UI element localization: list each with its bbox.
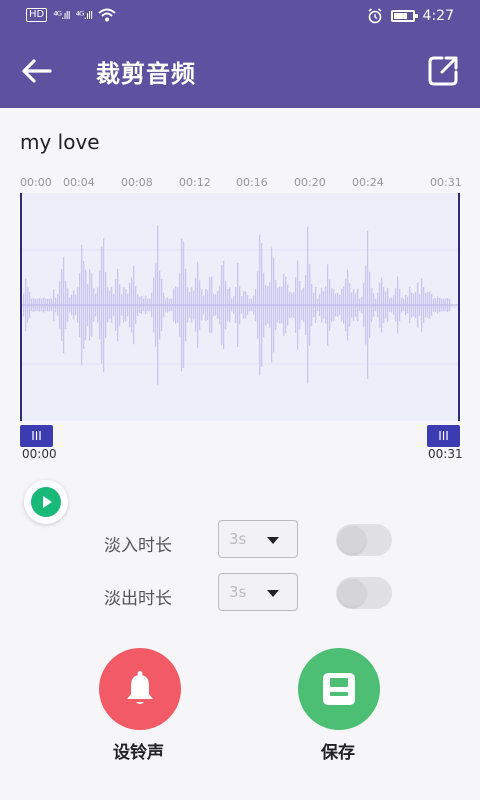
signal-icon: ⁴ᴳ.ıll bbox=[75, 8, 93, 22]
fade-in-duration-select[interactable]: 3s bbox=[218, 520, 298, 558]
alarm-icon bbox=[368, 8, 382, 24]
ruler-tick-label: 00:20 bbox=[294, 176, 326, 189]
fade-out-duration-select[interactable]: 3s bbox=[218, 573, 298, 611]
trim-start-time: 00:00 bbox=[22, 447, 57, 461]
signal-icon: ⁴ᴳ.ıll bbox=[53, 8, 70, 22]
toggle-knob bbox=[338, 526, 366, 554]
time-ruler: 00:00 00:04 00:08 00:12 00:16 00:20 00:2… bbox=[20, 176, 462, 194]
chevron-down-icon bbox=[267, 537, 279, 544]
play-icon bbox=[31, 487, 61, 517]
battery-icon bbox=[390, 10, 418, 22]
set-ringtone-button[interactable] bbox=[99, 648, 181, 730]
fade-in-label: 淡入时长 bbox=[104, 536, 172, 556]
status-bar: HD ⁴ᴳ.ıll ⁴ᴳ.ıll 4:27 bbox=[0, 0, 480, 34]
fade-out-label: 淡出时长 bbox=[104, 589, 172, 609]
ruler-tick-label: 00:04 bbox=[63, 176, 95, 189]
fade-out-toggle[interactable] bbox=[336, 577, 392, 609]
fade-in-duration-value: 3s bbox=[229, 530, 247, 548]
chevron-down-icon bbox=[267, 590, 279, 597]
ruler-tick-label: 00:08 bbox=[121, 176, 153, 189]
fade-in-toggle[interactable] bbox=[336, 524, 392, 556]
waveform-selection[interactable] bbox=[20, 193, 460, 421]
track-title: my love bbox=[20, 130, 100, 154]
ruler-tick-label: 00:24 bbox=[352, 176, 384, 189]
page-title: 裁剪音频 bbox=[96, 60, 196, 88]
app-bar: 裁剪音频 bbox=[0, 34, 480, 108]
trim-end-time: 00:31 bbox=[428, 447, 463, 461]
fade-out-duration-value: 3s bbox=[229, 583, 247, 601]
waveform bbox=[22, 225, 458, 385]
hd-badge: HD bbox=[26, 8, 48, 22]
ruler-tick-label: 00:31 bbox=[430, 176, 462, 189]
ruler-tick-label: 00:00 bbox=[20, 176, 52, 189]
ruler-tick-label: 00:12 bbox=[179, 176, 211, 189]
save-label: 保存 bbox=[321, 743, 355, 763]
toggle-knob bbox=[338, 579, 366, 607]
share-external-icon[interactable] bbox=[426, 54, 460, 88]
set-ringtone-label: 设铃声 bbox=[113, 743, 164, 763]
trim-end-handle[interactable]: III bbox=[427, 425, 460, 447]
status-bar-right: 4:27 bbox=[367, 8, 454, 24]
arrow-left-icon[interactable] bbox=[20, 56, 54, 86]
bell-icon bbox=[127, 671, 153, 704]
wifi-icon bbox=[98, 8, 116, 22]
ruler-tick-label: 00:16 bbox=[236, 176, 268, 189]
play-button[interactable] bbox=[24, 480, 68, 524]
save-button[interactable] bbox=[298, 648, 380, 730]
floppy-save-icon bbox=[323, 673, 355, 705]
trim-start-handle[interactable]: III bbox=[20, 425, 53, 447]
status-time: 4:27 bbox=[422, 8, 454, 24]
status-bar-left: HD ⁴ᴳ.ıll ⁴ᴳ.ıll bbox=[26, 8, 116, 22]
